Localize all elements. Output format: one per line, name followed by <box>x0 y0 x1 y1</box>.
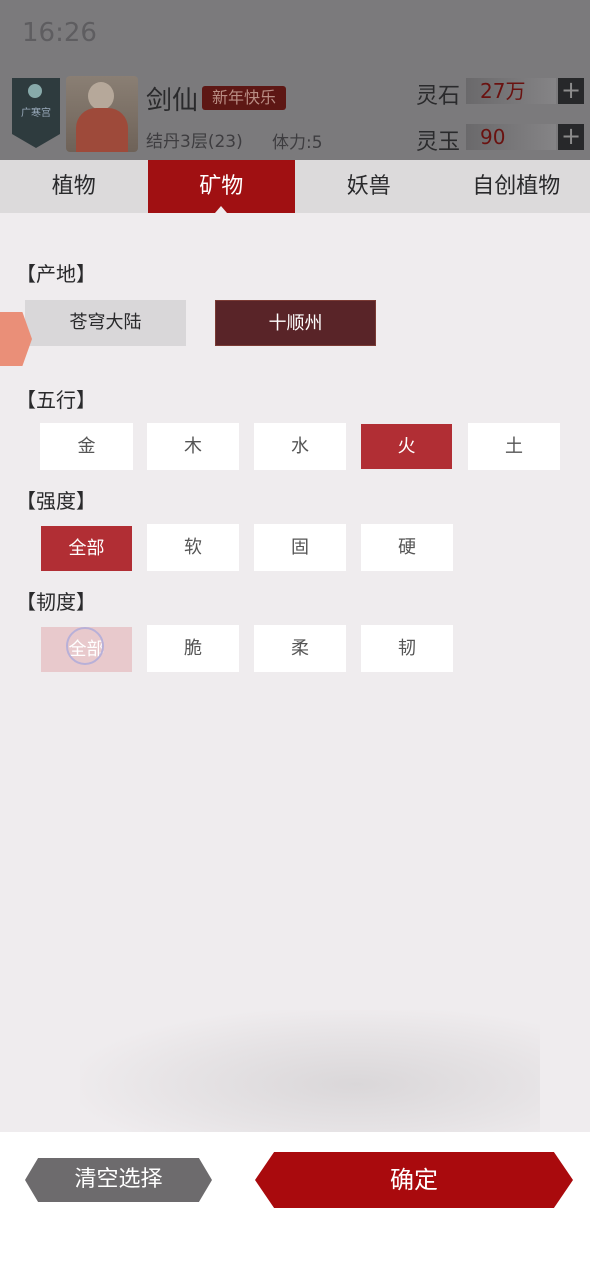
hardness-title: 【强度】 <box>16 489 96 513</box>
sect-emblem-icon[interactable]: 广寒宫 <box>12 78 60 148</box>
element-option[interactable]: 金 <box>40 423 133 470</box>
player-realm: 结丹3层(23) <box>146 132 243 152</box>
hardness-option[interactable]: 软 <box>147 524 239 571</box>
mountain-decoration <box>80 1010 540 1134</box>
toughness-option[interactable]: 韧 <box>361 625 453 672</box>
toughness-option[interactable]: 柔 <box>254 625 346 672</box>
add-spirit-stone-button[interactable]: + <box>558 78 584 104</box>
avatar-robe <box>76 108 128 152</box>
toughness-title: 【韧度】 <box>16 590 96 614</box>
tab-beasts[interactable]: 妖兽 <box>295 160 443 213</box>
hardness-option-selected[interactable]: 全部 <box>41 526 132 571</box>
category-tabs: 植物 矿物 妖兽 自创植物 <box>0 160 590 213</box>
spirit-jade-label: 灵玉 <box>416 130 461 155</box>
hardness-option[interactable]: 固 <box>254 524 346 571</box>
element-option[interactable]: 水 <box>254 423 346 470</box>
element-option[interactable]: 木 <box>147 423 239 470</box>
spirit-stone-value: 27万 <box>466 78 556 104</box>
element-option[interactable]: 土 <box>468 423 560 470</box>
moon-icon <box>28 84 42 98</box>
emblem-text: 广寒宫 <box>21 108 51 119</box>
spirit-stone-label: 灵石 <box>416 84 461 109</box>
add-spirit-jade-button[interactable]: + <box>558 124 584 150</box>
status-time: 16:26 <box>22 18 97 48</box>
spirit-jade-value: 90 <box>466 124 556 150</box>
hardness-option[interactable]: 硬 <box>361 524 453 571</box>
origin-option[interactable]: 苍穹大陆 <box>25 300 186 346</box>
tab-plants[interactable]: 植物 <box>0 160 148 213</box>
player-tag: 新年快乐 <box>202 86 287 110</box>
touch-indicator <box>66 627 104 665</box>
elements-title: 【五行】 <box>16 388 96 412</box>
tab-minerals[interactable]: 矿物 <box>147 160 295 213</box>
confirm-button[interactable]: 确定 <box>255 1152 573 1208</box>
avatar-head <box>88 82 114 110</box>
player-stamina: 体力:5 <box>272 133 323 153</box>
player-header: 16:26 广寒宫 剑仙 新年快乐 结丹3层(23) 体力:5 灵石 27万 +… <box>0 0 590 160</box>
toughness-option[interactable]: 脆 <box>147 625 239 672</box>
clear-selection-button[interactable]: 清空选择 <box>25 1158 212 1202</box>
tab-custom-plants[interactable]: 自创植物 <box>443 160 590 213</box>
player-name: 剑仙 <box>146 86 199 116</box>
avatar[interactable] <box>66 76 138 152</box>
element-option-selected[interactable]: 火 <box>361 424 452 469</box>
origin-title: 【产地】 <box>16 262 96 286</box>
origin-option-selected[interactable]: 十顺州 <box>215 300 376 346</box>
